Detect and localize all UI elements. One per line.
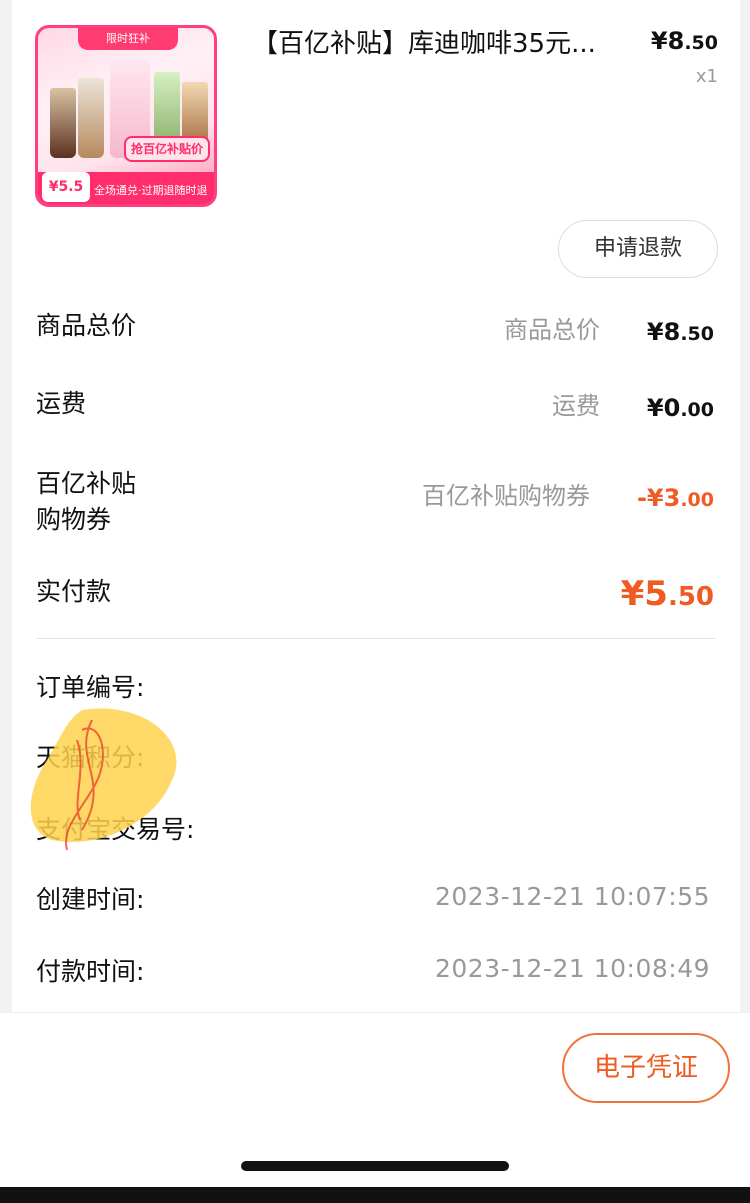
amount-int: 8 xyxy=(663,318,681,346)
coffee-cup-image xyxy=(78,78,104,158)
summary-row-paid: 实付款 ¥5.50 xyxy=(36,574,718,624)
thumb-strip-text: 全场通兑·过期退随时退 xyxy=(94,184,208,197)
summary-row-shipping: 运费 运费 ¥0.00 xyxy=(36,386,718,430)
summary-label: 百亿补贴 购物券 xyxy=(36,469,137,534)
summary-mid-text: 商品总价 xyxy=(504,316,600,344)
coffee-cup-image xyxy=(50,88,76,158)
bottom-action-bar: 电子凭证 xyxy=(0,1012,750,1187)
info-label: 订单编号: xyxy=(36,673,145,702)
thumb-tag: 限时狂补 xyxy=(78,28,178,50)
summary-amount: ¥0.00 xyxy=(647,390,714,428)
summary-mid-text: 百亿补贴购物券 xyxy=(422,482,590,510)
info-label: 天猫积分: xyxy=(36,743,145,772)
summary-amount: ¥8.50 xyxy=(647,314,714,352)
summary-amount: -¥3.00 xyxy=(637,480,714,518)
summary-label: 运费 xyxy=(36,389,87,418)
info-row-paid-time: 付款时间: 2023-12-21 10:08:49 xyxy=(36,952,710,988)
e-voucher-button[interactable]: 电子凭证 xyxy=(562,1033,730,1103)
screen-bottom-edge xyxy=(0,1187,750,1203)
info-label: 创建时间: xyxy=(36,885,145,914)
summary-label: 实付款 xyxy=(36,577,112,606)
divider xyxy=(36,638,716,639)
summary-row-coupon: 百亿补贴 购物券 百亿补贴购物券 -¥3.00 xyxy=(36,466,718,538)
amount-dec: .00 xyxy=(680,489,714,511)
amount-dec: .50 xyxy=(680,323,714,345)
refund-button[interactable]: 申请退款 xyxy=(558,220,718,278)
thumb-badge: 抢百亿补贴价 xyxy=(124,136,210,162)
product-thumbnail[interactable]: 限时狂补 抢百亿补贴价 ¥5.5 全场通兑·过期退随时退 xyxy=(35,25,217,207)
home-indicator[interactable] xyxy=(241,1161,509,1171)
summary-mid-text: 运费 xyxy=(552,392,600,420)
info-value: 2023-12-21 10:07:55 xyxy=(434,882,710,911)
summary-row-subtotal: 商品总价 商品总价 ¥8.50 xyxy=(36,308,718,352)
amount-int: 5 xyxy=(644,574,668,614)
summary-label: 商品总价 xyxy=(36,311,137,340)
price-int: 8 xyxy=(667,27,685,55)
product-quantity: x1 xyxy=(695,66,718,87)
price-dec: .50 xyxy=(684,32,718,54)
amount-int: 0 xyxy=(663,394,681,422)
amount-prefix: ¥ xyxy=(620,574,645,614)
summary-amount: ¥5.50 xyxy=(621,576,714,615)
info-row-created-time: 创建时间: 2023-12-21 10:07:55 xyxy=(36,880,710,916)
product-title[interactable]: 【百亿补贴】库迪咖啡35元... xyxy=(252,26,642,62)
info-row-order-number: 订单编号: xyxy=(36,668,710,704)
currency-symbol: ¥ xyxy=(650,27,668,55)
info-row-points: 天猫积分: xyxy=(36,738,710,774)
product-price: ¥8.50 xyxy=(651,27,718,55)
info-value: 2023-12-21 10:08:49 xyxy=(434,954,710,983)
amount-prefix: ¥ xyxy=(646,318,664,346)
info-label: 支付宝交易号: xyxy=(36,815,195,844)
amount-prefix: -¥ xyxy=(636,484,664,512)
order-detail-card: 限时狂补 抢百亿补贴价 ¥5.5 全场通兑·过期退随时退 【百亿补贴】库迪咖啡3… xyxy=(12,0,740,1012)
amount-prefix: ¥ xyxy=(646,394,664,422)
amount-dec: .00 xyxy=(680,399,714,421)
info-row-transaction-number: 支付宝交易号: xyxy=(36,810,710,846)
amount-dec: .50 xyxy=(667,582,714,612)
amount-int: 3 xyxy=(663,484,681,512)
thumb-price: ¥5.5 xyxy=(42,172,90,202)
info-label: 付款时间: xyxy=(36,957,145,986)
